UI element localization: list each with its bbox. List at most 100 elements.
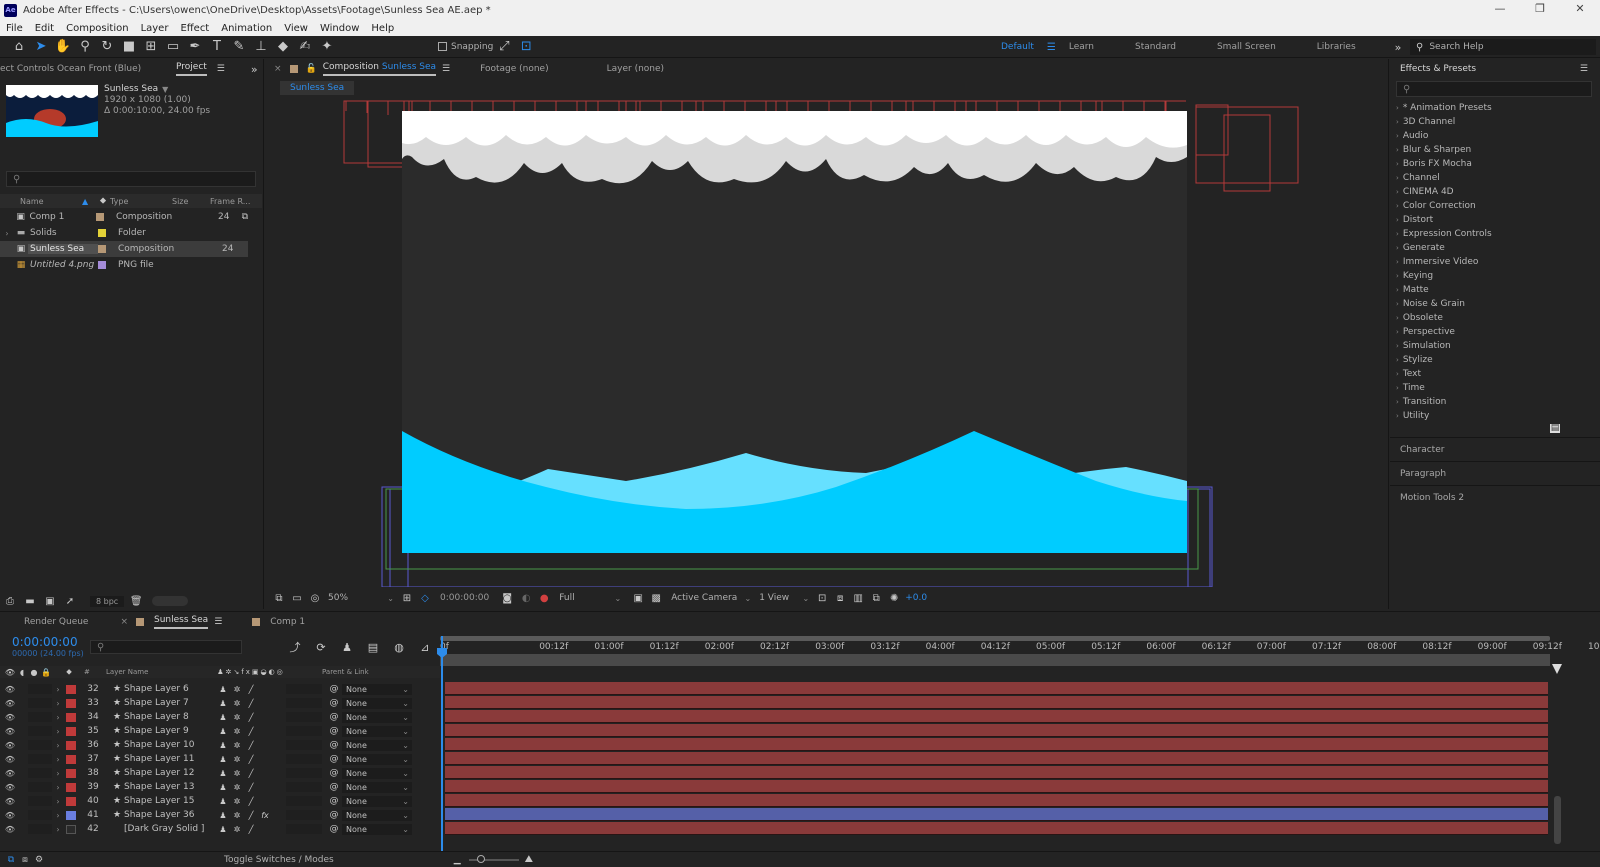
layer-duration-bar[interactable] [445, 738, 1548, 751]
parent-dropdown[interactable]: None ⌄ [342, 781, 412, 793]
label-color-swatch[interactable] [98, 229, 106, 237]
zoom-slider[interactable] [468, 854, 519, 863]
layer-name[interactable]: Shape Layer 10 [124, 740, 216, 750]
layer-name[interactable]: Shape Layer 8 [124, 712, 216, 722]
effect-switch-icon[interactable]: fx [258, 811, 272, 820]
shy-switch-icon[interactable]: ♟ [216, 811, 230, 820]
shy-switch-icon[interactable]: ♟ [216, 797, 230, 806]
effect-category-item[interactable]: › Noise & Grain [1390, 297, 1600, 311]
effect-category-item[interactable]: › Text [1390, 367, 1600, 381]
shy-switch-icon[interactable]: ♟ [216, 741, 230, 750]
collapse-switch-icon[interactable]: ✲ [230, 811, 244, 820]
flowchart-icon[interactable]: ⧉ [242, 212, 248, 222]
3d-layer-switch[interactable] [310, 754, 322, 764]
3d-layer-switch[interactable] [310, 740, 322, 750]
eye-icon[interactable]: 👁 [4, 755, 16, 764]
effect-category-item[interactable]: › Simulation [1390, 339, 1600, 353]
col-layer-name[interactable]: Layer Name [106, 668, 210, 676]
parent-dropdown[interactable]: None ⌄ [342, 795, 412, 807]
snapping-checkbox[interactable] [438, 42, 447, 51]
shy-switch-icon[interactable]: ♟ [216, 769, 230, 778]
snap-features-icon[interactable]: ⊡ [515, 37, 537, 57]
expand-layer-icon[interactable]: › [52, 685, 64, 694]
tab-effect-controls[interactable]: ect Controls Ocean Front (Blue) [0, 64, 172, 74]
effect-category-item[interactable]: › Channel [1390, 171, 1600, 185]
paragraph-panel[interactable]: Paragraph [1390, 461, 1600, 485]
expand-category-icon[interactable]: › [1396, 412, 1399, 420]
close-tab-icon[interactable]: × [120, 617, 128, 627]
solo-switch-icon[interactable]: ● [28, 668, 40, 677]
graph-editor-icon[interactable]: ⊿ [412, 641, 438, 654]
panel-menu-icon[interactable]: ☰ [442, 64, 450, 74]
collapse-switch-icon[interactable]: ✲ [230, 685, 244, 694]
motion-blur-switch[interactable] [286, 726, 298, 736]
eye-icon[interactable]: 👁 [4, 797, 16, 806]
audio-switch[interactable] [28, 740, 40, 750]
eye-icon[interactable]: 👁 [4, 769, 16, 778]
label-color-swatch[interactable] [98, 245, 106, 253]
collapse-switch-icon[interactable]: ✲ [230, 769, 244, 778]
quality-switch-icon[interactable]: ╱ [244, 797, 258, 806]
layer-label-swatch[interactable] [66, 768, 76, 778]
layer-row[interactable]: 👁 › 34 ★ Shape Layer 8 ♟ ✲ ╱ @ None ⌄ [0, 710, 440, 724]
puppet-tool-icon[interactable]: ✦ [316, 37, 338, 57]
layer-name[interactable]: Shape Layer 12 [124, 768, 216, 778]
parent-dropdown[interactable]: None ⌄ [342, 697, 412, 709]
collapse-switch-icon[interactable]: ✲ [230, 727, 244, 736]
eye-icon[interactable]: 👁 [4, 783, 16, 792]
solo-switch[interactable] [40, 698, 52, 708]
effect-category-item[interactable]: › Generate [1390, 241, 1600, 255]
expand-category-icon[interactable]: › [1396, 160, 1399, 168]
more-workspaces-icon[interactable]: » [1395, 41, 1402, 54]
current-timecode[interactable]: 0:00:00:00 [12, 636, 84, 648]
expand-layer-icon[interactable]: › [52, 783, 64, 792]
solo-switch[interactable] [40, 824, 52, 834]
camera-dropdown[interactable]: Active Camera ⌄ [671, 593, 751, 603]
expand-panels-icon[interactable]: » [251, 63, 258, 76]
pick-whip-icon[interactable]: @ [326, 684, 342, 694]
show-snapshot-icon[interactable]: ◐ [517, 593, 535, 604]
hand-tool-icon[interactable]: ✋ [52, 37, 74, 57]
layer-duration-bar[interactable] [445, 822, 1548, 835]
layer-duration-bar[interactable] [445, 682, 1548, 695]
solo-switch[interactable] [40, 712, 52, 722]
motion-blur-switch[interactable] [286, 754, 298, 764]
expand-transfer-controls-icon[interactable]: ⧈ [18, 855, 32, 865]
expand-folder-icon[interactable]: › [0, 229, 14, 238]
expand-category-icon[interactable]: › [1396, 216, 1399, 224]
effect-category-item[interactable]: › Audio [1390, 129, 1600, 143]
3d-layer-switch[interactable] [310, 698, 322, 708]
audio-switch[interactable] [28, 684, 40, 694]
snap-edges-icon[interactable]: ⤢ [493, 37, 515, 57]
menu-help[interactable]: Help [365, 23, 400, 34]
audio-switch[interactable] [28, 824, 40, 834]
expand-category-icon[interactable]: › [1396, 356, 1399, 364]
quality-switch-icon[interactable]: ╱ [244, 713, 258, 722]
pick-whip-icon[interactable]: @ [326, 810, 342, 820]
expand-category-icon[interactable]: › [1396, 342, 1399, 350]
expand-category-icon[interactable]: › [1396, 104, 1399, 112]
brush-tool-icon[interactable]: ✎ [228, 37, 250, 57]
3d-layer-switch[interactable] [310, 796, 322, 806]
effect-category-item[interactable]: › Blur & Sharpen [1390, 143, 1600, 157]
layer-label-swatch[interactable] [66, 824, 76, 834]
parent-dropdown[interactable]: None ⌄ [342, 767, 412, 779]
solo-switch[interactable] [40, 768, 52, 778]
solo-switch[interactable] [40, 726, 52, 736]
effect-category-item[interactable]: › Perspective [1390, 325, 1600, 339]
video-switch-icon[interactable]: 👁 [4, 668, 16, 677]
timeline-icon[interactable]: ▥ [849, 593, 867, 604]
channel-rgb-icon[interactable]: ● [535, 593, 553, 604]
rotate-tool-icon[interactable]: ↻ [96, 37, 118, 57]
motion-blur-switch[interactable] [286, 740, 298, 750]
quality-switch-icon[interactable]: ╱ [244, 685, 258, 694]
character-panel[interactable]: Character [1390, 437, 1600, 461]
motion-blur-switch[interactable] [286, 824, 298, 834]
solo-switch[interactable] [40, 740, 52, 750]
pick-whip-icon[interactable]: @ [326, 824, 342, 834]
expand-layer-icon[interactable]: › [52, 755, 64, 764]
expand-category-icon[interactable]: › [1396, 146, 1399, 154]
menu-edit[interactable]: Edit [29, 23, 60, 34]
expand-category-icon[interactable]: › [1396, 272, 1399, 280]
menu-file[interactable]: File [0, 23, 29, 34]
